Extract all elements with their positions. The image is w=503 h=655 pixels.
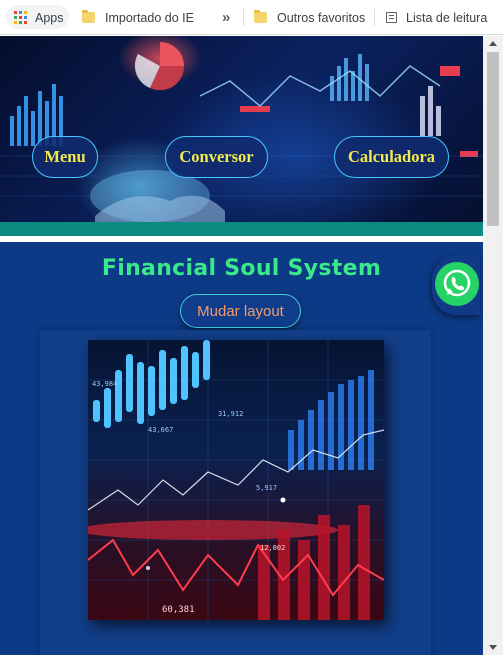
chart-number: 60,381: [162, 605, 195, 615]
red-glow: [88, 520, 338, 540]
chart-number: 5,917: [256, 484, 277, 492]
scrollbar-thumb[interactable]: [487, 52, 499, 226]
apps-grid-icon: [14, 11, 27, 24]
financial-chart-image: 43,984 31,912 43,667 5,917 12,002 60,381: [88, 340, 384, 620]
line-graph-graphic: [199, 65, 441, 108]
apps-label: Apps: [35, 10, 64, 25]
bookmark-label: Outros favoritos: [277, 10, 366, 25]
bookmarks-overflow-button[interactable]: »: [222, 0, 230, 35]
menu-button[interactable]: Menu: [32, 136, 98, 178]
pie-chart-graphic: [134, 42, 185, 91]
sparkle: [146, 566, 150, 570]
hero-background-image: [0, 42, 483, 222]
bookmark-other-favorites[interactable]: Outros favoritos: [254, 0, 365, 35]
change-layout-button[interactable]: Mudar layout: [180, 294, 301, 328]
scroll-up-arrow-icon[interactable]: [489, 41, 497, 46]
bookmark-label: Importado do IE: [105, 10, 194, 25]
image-card: 43,984 31,912 43,667 5,917 12,002 60,381: [40, 330, 431, 655]
chevron-double-right-icon: »: [222, 9, 231, 26]
bar-graphic-right: [330, 54, 441, 136]
bookmark-imported-ie[interactable]: Importado do IE: [82, 0, 194, 35]
blue-rising-bars: [288, 370, 374, 470]
calculator-button[interactable]: Calculadora: [334, 136, 449, 178]
chart-number: 31,912: [218, 410, 243, 418]
divider: [374, 9, 375, 26]
page-viewport: Menu Conversor Calculadora Financial Sou…: [0, 36, 483, 655]
reading-list-label: Lista de leitura: [406, 10, 488, 25]
bookmarks-bar: Apps Importado do IE » Outros favoritos …: [0, 0, 503, 35]
chart-artwork: 43,984 31,912 43,667 5,917 12,002 60,381: [88, 340, 384, 620]
chart-number: 43,667: [148, 426, 173, 434]
divider: [243, 9, 244, 26]
converter-button[interactable]: Conversor: [165, 136, 268, 178]
sparkle: [280, 497, 286, 503]
reading-list-button[interactable]: Lista de leitura: [386, 0, 487, 35]
chart-number: 12,002: [260, 544, 285, 552]
hero-banner: Menu Conversor Calculadora: [0, 36, 483, 222]
reading-list-icon: [386, 12, 397, 23]
whatsapp-button[interactable]: [435, 262, 479, 306]
whatsapp-icon: [443, 269, 471, 297]
apps-button[interactable]: Apps: [14, 0, 64, 35]
main-section: Financial Soul System Mudar layout 43,98…: [0, 242, 483, 655]
folder-icon: [254, 10, 267, 23]
hero-bottom-stripe: [0, 222, 483, 236]
chart-number: 43,984: [92, 380, 117, 388]
page-title: Financial Soul System: [101, 256, 382, 281]
scroll-down-arrow-icon[interactable]: [489, 645, 497, 650]
vertical-scrollbar[interactable]: [483, 36, 503, 655]
whatsapp-float-tab[interactable]: [432, 255, 480, 315]
folder-icon: [82, 10, 95, 23]
